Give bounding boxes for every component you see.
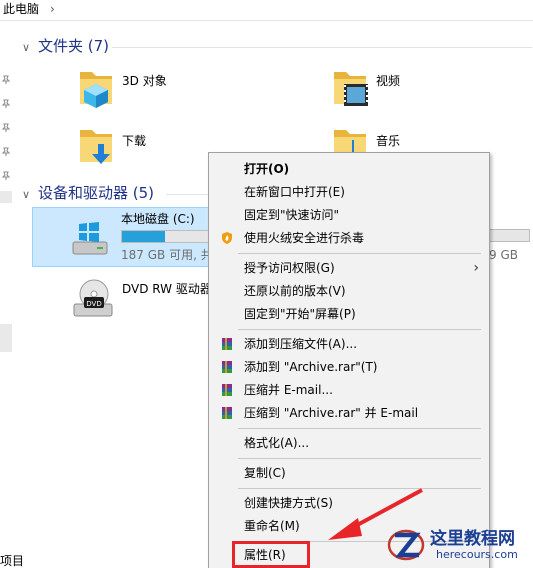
svg-text:DVD: DVD <box>86 300 101 308</box>
folders-group-header[interactable]: ∨ 文件夹 (7) <box>22 36 109 56</box>
submenu-arrow-icon: › <box>473 260 479 276</box>
winrar-icon <box>222 384 232 396</box>
menu-restore-versions-label: 还原以前的版本(V) <box>244 284 346 298</box>
menu-separator <box>238 428 481 429</box>
local-disk-usage-bar <box>121 230 209 243</box>
items-count-label: 项目 <box>0 554 25 568</box>
menu-antivirus-label: 使用火绒安全进行杀毒 <box>244 231 365 245</box>
breadcrumb-chevron-icon[interactable]: › <box>50 0 55 18</box>
devices-group-title: 设备和驱动器 (5) <box>38 184 155 202</box>
second-drive-size-text: 9 GB <box>489 248 518 262</box>
menu-add-to-rar[interactable]: 添加到 "Archive.rar"(T) <box>209 356 489 378</box>
menu-separator <box>238 458 481 459</box>
menu-open-new-window-label: 在新窗口中打开(E) <box>244 185 345 199</box>
winrar-icon <box>222 407 232 419</box>
menu-separator <box>238 253 481 254</box>
menu-open-label: 打开(O) <box>244 162 290 176</box>
menu-compress-email[interactable]: 压缩并 E-mail... <box>209 379 489 401</box>
menu-pin-quick-access-label: 固定到"快速访问" <box>244 208 340 222</box>
local-disk-usage-fill <box>122 231 165 242</box>
group-divider <box>166 194 208 195</box>
3d-objects-folder-icon[interactable] <box>74 66 118 110</box>
menu-add-archive-label: 添加到压缩文件(A)... <box>244 337 358 351</box>
pin-icon <box>1 147 11 156</box>
explorer-window: 此电脑 › 项目 ∨ 文件夹 (7) 3D 对象 视频 下载 音乐 ∨ 设备和驱… <box>0 0 533 568</box>
site-watermark: 这里教程网 herecours.com <box>386 518 533 568</box>
menu-compress-rar-email[interactable]: 压缩到 "Archive.rar" 并 E-mail <box>209 402 489 424</box>
downloads-folder-icon[interactable] <box>74 126 118 170</box>
local-disk-c-label: 本地磁盘 (C:) <box>121 212 195 226</box>
menu-copy[interactable]: 复制(C) <box>209 462 489 484</box>
chevron-down-icon[interactable]: ∨ <box>22 38 34 58</box>
folder-videos-label[interactable]: 视频 <box>376 73 400 89</box>
menu-pin-start[interactable]: 固定到"开始"屏幕(P) <box>209 303 489 325</box>
menu-restore-versions[interactable]: 还原以前的版本(V) <box>209 280 489 302</box>
navigation-pane <box>0 21 14 568</box>
windows-drive-icon <box>72 222 108 255</box>
menu-separator <box>238 329 481 330</box>
dvd-drive-label[interactable]: DVD RW 驱动器 <box>122 281 212 297</box>
menu-grant-access[interactable]: 授予访问权限(G) › <box>209 257 489 279</box>
group-divider <box>112 47 532 48</box>
folder-3d-objects-label[interactable]: 3D 对象 <box>122 73 167 89</box>
breadcrumb: 此电脑 › <box>0 0 533 21</box>
huorong-shield-icon <box>222 232 232 244</box>
chevron-down-icon[interactable]: ∨ <box>22 185 34 205</box>
menu-pin-quick-access[interactable]: 固定到"快速访问" <box>209 204 489 226</box>
menu-format-label: 格式化(A)... <box>244 436 310 450</box>
folder-downloads-label[interactable]: 下载 <box>122 133 146 149</box>
menu-open[interactable]: 打开(O) <box>209 158 489 180</box>
menu-copy-label: 复制(C) <box>244 466 286 480</box>
nav-scroll-region[interactable] <box>0 324 12 352</box>
menu-format[interactable]: 格式化(A)... <box>209 432 489 454</box>
annotation-highlight-box <box>232 541 310 568</box>
menu-add-archive[interactable]: 添加到压缩文件(A)... <box>209 333 489 355</box>
dvd-drive-icon[interactable]: DVD <box>70 278 116 320</box>
menu-rename-label: 重命名(M) <box>244 519 300 533</box>
winrar-icon <box>222 361 232 373</box>
pin-icon <box>1 75 11 84</box>
menu-add-to-rar-label: 添加到 "Archive.rar"(T) <box>244 360 378 374</box>
pin-icon <box>1 99 11 108</box>
winrar-icon <box>222 338 232 350</box>
folder-music-label[interactable]: 音乐 <box>376 133 400 149</box>
watermark-brand: 这里教程网 <box>430 529 515 549</box>
local-disk-free-space: 187 GB 可用, 共 <box>121 248 213 262</box>
folders-group-title: 文件夹 (7) <box>38 37 110 55</box>
herecours-logo-icon <box>387 529 425 561</box>
menu-compress-email-label: 压缩并 E-mail... <box>244 383 333 397</box>
menu-pin-start-label: 固定到"开始"屏幕(P) <box>244 307 356 321</box>
videos-folder-icon[interactable] <box>330 66 374 110</box>
devices-group-header[interactable]: ∨ 设备和驱动器 (5) <box>22 183 154 203</box>
pin-icon <box>1 171 11 180</box>
menu-grant-access-label: 授予访问权限(G) <box>244 261 335 275</box>
menu-compress-rar-email-label: 压缩到 "Archive.rar" 并 E-mail <box>244 406 419 420</box>
pin-icon <box>1 123 11 132</box>
nav-item[interactable] <box>0 191 12 203</box>
menu-antivirus-scan[interactable]: 使用火绒安全进行杀毒 <box>209 227 489 249</box>
watermark-url: herecours.com <box>436 548 518 561</box>
breadcrumb-this-pc[interactable]: 此电脑 <box>3 0 39 18</box>
menu-open-new-window[interactable]: 在新窗口中打开(E) <box>209 181 489 203</box>
local-disk-c-tile[interactable]: 本地磁盘 (C:) 187 GB 可用, 共 <box>32 207 213 267</box>
